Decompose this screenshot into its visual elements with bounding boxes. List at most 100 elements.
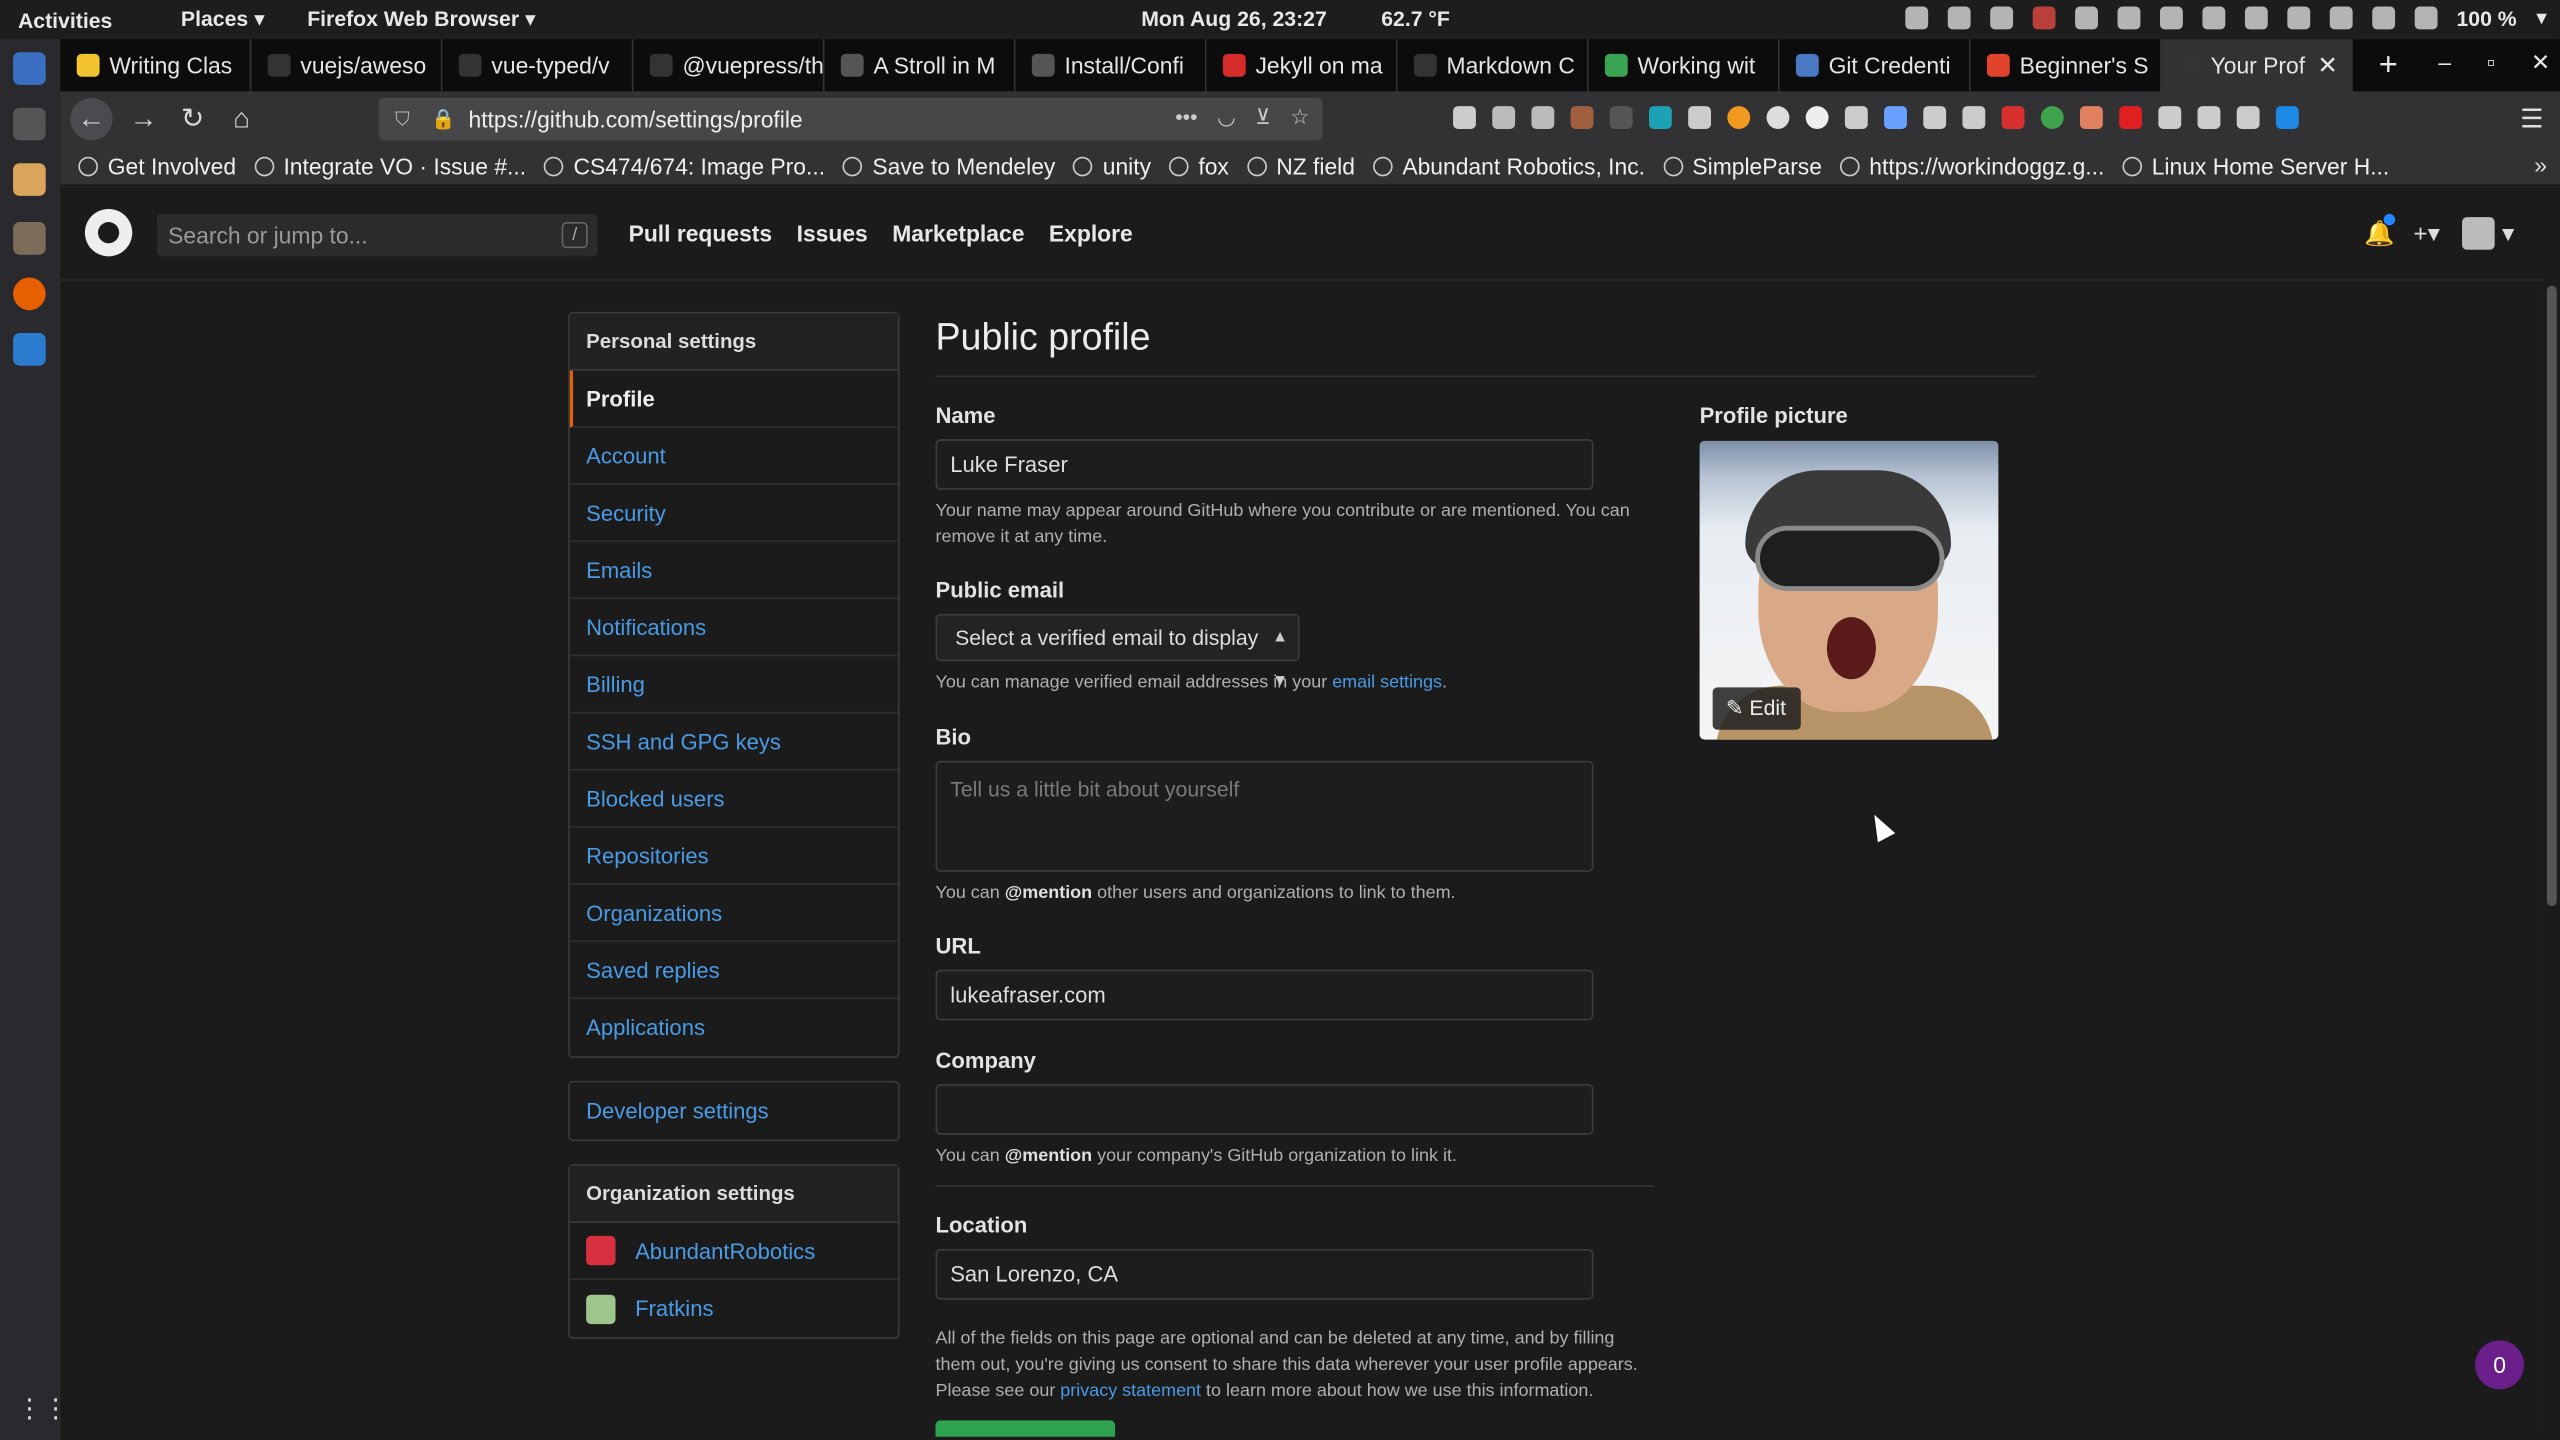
sidebar-item-profile[interactable]: Profile	[569, 370, 898, 428]
firefox-app-menu[interactable]: Firefox Web Browser ▾	[289, 7, 553, 33]
extension-icon[interactable]	[2119, 106, 2143, 129]
firefox-icon[interactable]	[13, 277, 46, 311]
clock[interactable]: Mon Aug 26, 23:27	[1141, 7, 1327, 31]
name-field[interactable]: Luke Fraser	[935, 439, 1594, 490]
company-field[interactable]	[935, 1084, 1594, 1135]
public-email-select[interactable]: Select a verified email to display ▲ ▼	[935, 613, 1300, 691]
lock-icon[interactable]: 🔒	[431, 108, 455, 131]
bookmark-item[interactable]: unity	[1073, 153, 1151, 179]
back-arrow-icon[interactable]: ←	[70, 97, 113, 141]
library-icon[interactable]	[1492, 106, 1516, 129]
screenshot-icon[interactable]: ⊻	[1255, 104, 1271, 130]
tray-app-icon[interactable]	[2116, 6, 2140, 30]
extension-icon[interactable]	[1648, 106, 1672, 129]
close-tab-icon[interactable]: ✕	[2317, 51, 2338, 80]
browser-tab[interactable]: Beginner's S	[1971, 39, 2162, 92]
nav-link-marketplace[interactable]: Marketplace	[892, 220, 1024, 246]
sidebar-item-billing[interactable]: Billing	[569, 656, 898, 714]
sidebar-icon[interactable]	[1531, 106, 1555, 129]
sidebar-item-saved-replies[interactable]: Saved replies	[569, 942, 898, 1000]
browser-tab[interactable]: Install/Confi	[1016, 39, 1207, 92]
browser-tab[interactable]: Your Prof ✕	[2161, 39, 2353, 92]
vscode-icon[interactable]	[13, 333, 46, 366]
sidebar-item-ssh-and-gpg-keys[interactable]: SSH and GPG keys	[569, 713, 898, 771]
places-menu[interactable]: Places ▾	[163, 7, 283, 33]
tray-app-icon[interactable]	[1904, 6, 1928, 30]
location-field[interactable]: San Lorenzo, CA	[935, 1248, 1594, 1300]
chevron-down-icon[interactable]: ▾	[2536, 5, 2547, 31]
wifi-icon[interactable]	[2329, 6, 2352, 30]
tray-app-icon[interactable]	[2074, 6, 2098, 30]
bookmark-star-icon[interactable]: ☆	[1290, 104, 1309, 130]
email-settings-link[interactable]: email settings	[1332, 673, 1442, 693]
bookmark-item[interactable]: CS474/674: Image Pro...	[544, 153, 825, 179]
chat-badge[interactable]: 0	[2475, 1340, 2525, 1390]
tray-app-icon[interactable]	[2244, 6, 2268, 30]
sidebar-org-item[interactable]: AbundantRobotics	[569, 1223, 898, 1280]
bookmark-item[interactable]: fox	[1168, 153, 1229, 179]
extension-icon[interactable]	[2158, 106, 2182, 129]
shield-icon[interactable]: ⛉	[395, 107, 410, 131]
volume-icon[interactable]	[2371, 6, 2395, 30]
minimize-icon[interactable]: –	[2438, 49, 2451, 77]
developer-settings-link[interactable]: Developer settings	[570, 1082, 898, 1139]
nav-link-explore[interactable]: Explore	[1049, 220, 1133, 246]
bookmark-item[interactable]: Linux Home Server H...	[2122, 153, 2389, 179]
url-field[interactable]: lukeafraser.com	[935, 969, 1594, 1021]
privacy-statement-link[interactable]: privacy statement	[1060, 1381, 1201, 1401]
extension-icon[interactable]	[2001, 106, 2025, 129]
create-new-icon[interactable]: +▾	[2413, 219, 2440, 248]
github-logo-icon[interactable]	[84, 208, 133, 257]
files-icon[interactable]	[13, 52, 46, 85]
night-mode-icon[interactable]	[2286, 6, 2310, 30]
scrollbar-thumb[interactable]	[2546, 285, 2557, 907]
extension-icon[interactable]	[1962, 106, 1986, 129]
extension-icon[interactable]	[1727, 106, 1751, 129]
extension-icon[interactable]	[1688, 106, 1712, 129]
bookmark-item[interactable]: NZ field	[1246, 153, 1355, 179]
download-icon[interactable]	[1453, 106, 1476, 129]
extension-icon[interactable]	[1609, 106, 1633, 129]
extension-icon[interactable]	[1805, 106, 1829, 129]
browser-tab[interactable]: Jekyll on ma	[1207, 39, 1398, 92]
tray-app-icon[interactable]	[2159, 6, 2183, 30]
url-text[interactable]: https://github.com/settings/profile	[468, 106, 802, 132]
maximize-icon[interactable]: ▫	[2487, 49, 2495, 77]
extension-icon[interactable]	[2079, 106, 2103, 129]
library-icon[interactable]	[13, 222, 46, 255]
nav-link-pull-requests[interactable]: Pull requests	[629, 220, 773, 246]
bookmark-item[interactable]: https://workindoggz.g...	[1839, 153, 2104, 179]
sidebar-item-repositories[interactable]: Repositories	[569, 828, 898, 885]
reload-icon[interactable]: ↻	[168, 103, 217, 136]
sidebar-item-notifications[interactable]: Notifications	[569, 599, 898, 657]
sidebar-item-applications[interactable]: Applications	[570, 999, 898, 1056]
home-icon[interactable]: ⌂	[217, 103, 266, 136]
chevron-right-icon[interactable]: »	[2534, 152, 2547, 178]
browser-tab[interactable]: Writing Clas	[60, 39, 252, 92]
browser-tab[interactable]: A Stroll in M	[824, 39, 1016, 92]
bell-icon[interactable]: 🔔	[2364, 213, 2396, 248]
extension-icon[interactable]	[1766, 106, 1790, 129]
sidebar-item-organizations[interactable]: Organizations	[569, 885, 898, 943]
url-bar[interactable]: ⛉ 🔒 https://github.com/settings/profile …	[378, 97, 1323, 141]
bookmark-item[interactable]: Abundant Robotics, Inc.	[1372, 153, 1645, 179]
sidebar-org-item[interactable]: Fratkins	[570, 1280, 898, 1337]
extension-icon[interactable]	[2275, 106, 2299, 129]
battery-icon[interactable]	[2414, 6, 2437, 30]
pocket-icon[interactable]: ◡	[1217, 104, 1236, 130]
hamburger-menu-icon[interactable]: ☰	[2520, 103, 2543, 136]
extension-icon[interactable]	[1884, 106, 1907, 129]
bookmark-item[interactable]: SimpleParse	[1662, 153, 1822, 179]
page-scrollbar[interactable]	[2543, 187, 2560, 1440]
browser-tab[interactable]: Working wit	[1589, 39, 1780, 92]
user-menu[interactable]: ▾	[2462, 217, 2514, 250]
activities-button[interactable]: Activities	[0, 7, 130, 31]
sidebar-item-security[interactable]: Security	[569, 485, 898, 543]
nav-link-issues[interactable]: Issues	[797, 220, 868, 246]
extension-icon[interactable]	[1570, 106, 1594, 129]
browser-tab[interactable]: vue-typed/v	[442, 39, 634, 92]
app-icon[interactable]	[13, 163, 46, 196]
close-icon[interactable]: ✕	[2531, 49, 2550, 77]
dropbox-icon[interactable]	[1947, 6, 1970, 30]
bio-textarea[interactable]: Tell us a little bit about yourself	[935, 760, 1594, 872]
